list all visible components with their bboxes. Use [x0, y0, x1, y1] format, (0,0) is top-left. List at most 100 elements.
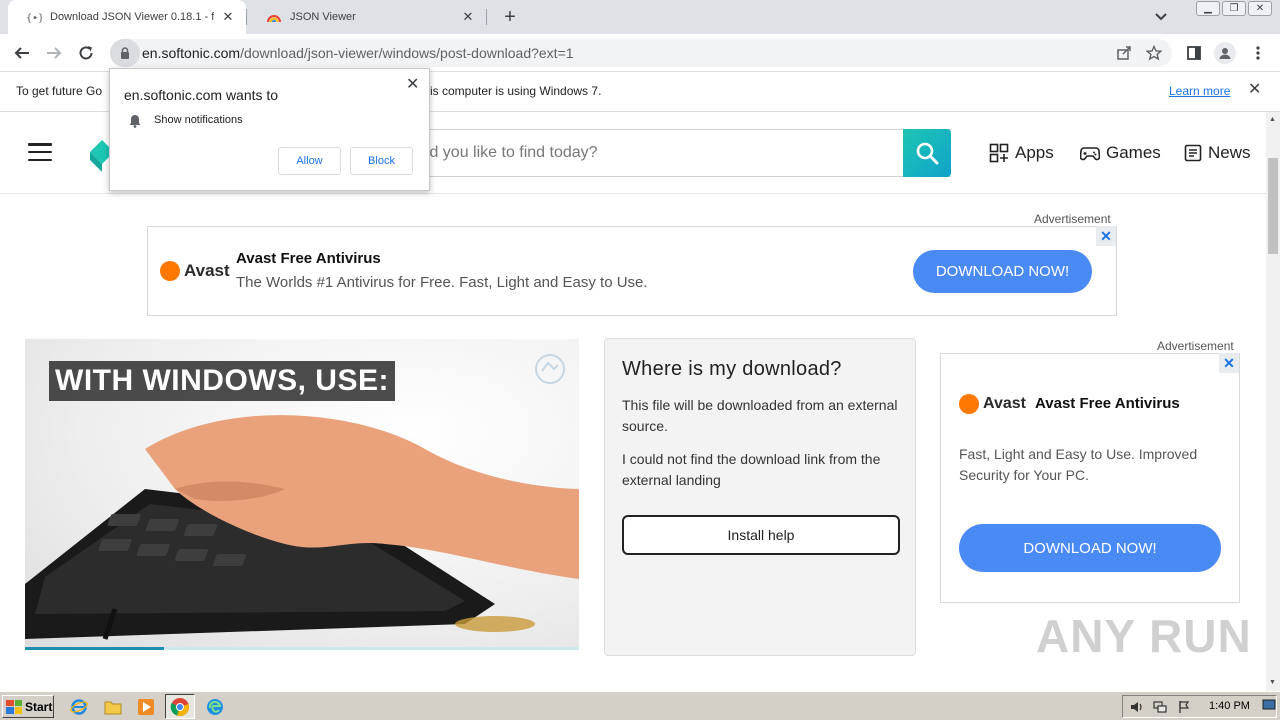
scrollbar-thumb[interactable]: [1268, 158, 1278, 254]
infobar-message-end: is computer is using Windows 7.: [430, 84, 602, 98]
lock-icon[interactable]: [110, 39, 140, 67]
download-box-paragraph-2: I could not find the download link from …: [622, 451, 881, 488]
forward-arrow-icon[interactable]: [41, 40, 67, 66]
ad-close-icon[interactable]: ✕: [1219, 353, 1239, 373]
ad-banner[interactable]: Avast Avast Free Antivirus The Worlds #1…: [147, 226, 1117, 316]
windows-taskbar: Start 1:40 PM: [0, 691, 1280, 720]
rainbow-favicon-icon: [266, 9, 282, 25]
anyrun-watermark: ANY RUN: [1036, 609, 1252, 663]
tab-softonic-download[interactable]: {•} Download JSON Viewer 0.18.1 - free ✕: [8, 0, 246, 34]
restore-icon[interactable]: ❐: [1222, 1, 1246, 16]
apps-grid-icon: [989, 143, 1009, 163]
video-progress-track[interactable]: [25, 647, 579, 650]
tab-json-viewer[interactable]: JSON Viewer ✕: [248, 0, 486, 34]
close-icon[interactable]: ✕: [460, 9, 476, 25]
windows-flag-icon: [6, 699, 22, 714]
close-icon[interactable]: ✕: [1248, 82, 1264, 98]
block-button[interactable]: Block: [350, 147, 413, 175]
url-domain: en.softonic.com: [142, 45, 241, 61]
watermark-logo-icon: [535, 354, 565, 384]
chevron-down-icon[interactable]: [1152, 9, 1170, 25]
page-content: Apps Games News Advertisement Avast Avas…: [0, 112, 1266, 691]
svg-text:{•}: {•}: [26, 13, 42, 23]
bell-icon: [129, 115, 141, 128]
volume-icon[interactable]: [1129, 700, 1143, 714]
site-search-box: [410, 129, 951, 177]
share-icon[interactable]: [1116, 45, 1132, 66]
window-controls: ▁ ❐ ✕: [1196, 1, 1272, 16]
advertisement-label: Advertisement: [1157, 339, 1234, 353]
start-button[interactable]: Start: [2, 695, 54, 718]
show-desktop-icon[interactable]: [1262, 698, 1276, 712]
close-icon[interactable]: ✕: [406, 77, 422, 93]
install-help-button[interactable]: Install help: [622, 515, 900, 555]
tab-title: JSON Viewer: [290, 11, 356, 23]
hamburger-menu-icon[interactable]: [28, 143, 52, 161]
system-tray: 1:40 PM: [1122, 695, 1277, 718]
browser-toolbar: en.softonic.com/download/json-viewer/win…: [0, 34, 1280, 72]
softonic-favicon-icon: {•}: [26, 9, 42, 25]
download-info-box: Where is my download? This file will be …: [604, 338, 916, 656]
news-icon: [1184, 144, 1202, 162]
ad-description: The Worlds #1 Antivirus for Free. Fast, …: [236, 274, 648, 291]
allow-button[interactable]: Allow: [278, 147, 341, 175]
avast-brand-text: Avast: [184, 261, 230, 280]
permission-title: en.softonic.com wants to: [124, 87, 279, 103]
ad-title: Avast Free Antivirus: [1035, 395, 1180, 412]
video-player[interactable]: WITH WINDOWS, USE:: [25, 339, 579, 650]
nav-news-label: News: [1208, 143, 1251, 162]
nav-games-link[interactable]: Games: [1080, 143, 1161, 163]
permission-item: Show notifications: [154, 114, 243, 126]
taskbar-clock: 1:40 PM: [1209, 700, 1250, 712]
ad-side[interactable]: Avast Avast Free Antivirus Fast, Light a…: [940, 353, 1240, 603]
back-arrow-icon[interactable]: [9, 40, 35, 66]
tab-separator: [486, 9, 487, 25]
nav-apps-link[interactable]: Apps: [989, 143, 1054, 163]
ad-download-button[interactable]: DOWNLOAD NOW!: [913, 250, 1092, 293]
profile-avatar-icon[interactable]: [1213, 41, 1237, 65]
file-explorer-icon[interactable]: [103, 697, 123, 717]
kebab-menu-icon[interactable]: [1246, 41, 1270, 65]
watermark-text: ANY RUN: [1036, 610, 1252, 662]
nav-apps-label: Apps: [1015, 143, 1054, 162]
notification-permission-popup: en.softonic.com wants to ✕ Show notifica…: [109, 68, 430, 191]
media-player-icon[interactable]: [136, 697, 156, 717]
avast-brand-text: Avast: [983, 395, 1026, 412]
side-panel-icon[interactable]: [1182, 41, 1206, 65]
omnibox-actions: [1116, 44, 1163, 66]
learn-more-link[interactable]: Learn more: [1169, 84, 1230, 98]
action-center-flag-icon[interactable]: [1177, 700, 1191, 714]
internet-explorer-icon[interactable]: [69, 697, 89, 717]
ad-description: Fast, Light and Easy to Use. Improved Se…: [959, 446, 1198, 483]
scroll-up-arrow-icon[interactable]: ▲: [1269, 116, 1277, 124]
close-window-icon[interactable]: ✕: [1248, 1, 1272, 16]
tab-title: Download JSON Viewer 0.18.1 - free: [50, 11, 214, 23]
close-icon[interactable]: ✕: [220, 9, 236, 25]
chrome-taskbar-icon[interactable]: [165, 694, 195, 719]
infobar-message-start: To get future Go: [16, 84, 103, 98]
start-label: Start: [25, 699, 53, 714]
avast-logo: Avast: [160, 261, 230, 281]
network-icon[interactable]: [1153, 700, 1167, 714]
page-scrollbar[interactable]: ▲ ▼: [1266, 112, 1280, 691]
minimize-icon[interactable]: ▁: [1196, 1, 1220, 16]
edge-icon[interactable]: [205, 697, 225, 717]
ad-close-icon[interactable]: ✕: [1096, 226, 1116, 246]
bookmark-star-icon[interactable]: [1145, 44, 1163, 66]
download-box-paragraph-1: This file will be downloaded from an ext…: [622, 397, 898, 434]
scroll-down-arrow-icon[interactable]: ▼: [1269, 679, 1277, 687]
ad-title: Avast Free Antivirus: [236, 250, 381, 267]
new-tab-plus-icon[interactable]: +: [499, 6, 521, 28]
tab-separator: [246, 9, 247, 25]
advertisement-label: Advertisement: [1034, 212, 1111, 226]
reload-icon[interactable]: [73, 40, 99, 66]
gamepad-icon: [1080, 147, 1100, 161]
nav-news-link[interactable]: News: [1184, 143, 1251, 163]
ad-download-button[interactable]: DOWNLOAD NOW!: [959, 524, 1221, 572]
search-button[interactable]: [903, 129, 951, 177]
url-text: en.softonic.com/download/json-viewer/win…: [142, 45, 574, 61]
address-bar[interactable]: en.softonic.com/download/json-viewer/win…: [110, 39, 1172, 67]
site-search-input[interactable]: [417, 144, 897, 162]
video-progress-fill: [25, 647, 164, 650]
avast-logo-icon: [160, 261, 180, 281]
